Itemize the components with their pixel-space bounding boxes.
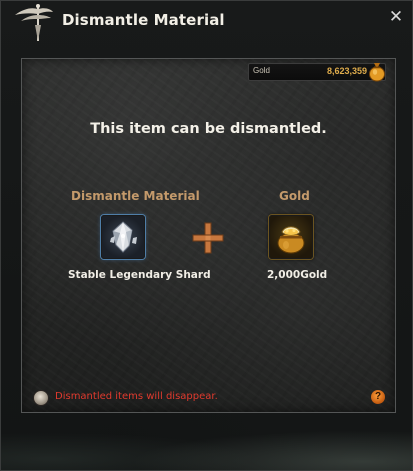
- gold-column-label: Gold: [279, 189, 310, 203]
- warning-icon: [33, 390, 49, 406]
- winged-staff-icon: [15, 4, 53, 41]
- title-bar[interactable]: Dismantle Material ✕: [1, 1, 412, 41]
- plus-icon: [192, 222, 224, 254]
- close-button[interactable]: ✕: [386, 7, 406, 27]
- help-button[interactable]: ?: [371, 390, 385, 404]
- gold-balance: Gold 8,623,359: [248, 63, 386, 81]
- material-item-name: Stable Legendary Shard: [68, 269, 211, 281]
- dialog-title: Dismantle Material: [62, 11, 225, 29]
- background-scene-lower: [1, 413, 412, 470]
- gold-balance-value: 8,623,359: [326, 66, 367, 76]
- warning-message: Dismantled items will disappear.: [55, 391, 218, 402]
- gold-balance-label: Gold: [253, 66, 270, 75]
- dismantle-dialog: Dismantle Material ✕ Gold 8,623,359 This…: [0, 0, 413, 471]
- gold-item-amount: 2,000Gold: [267, 269, 328, 281]
- material-column-label: Dismantle Material: [71, 189, 200, 203]
- gold-pouch-icon: [277, 226, 305, 254]
- material-item-slot[interactable]: [101, 215, 145, 259]
- dismantle-message: This item can be dismantled.: [90, 121, 327, 137]
- gold-pouch-icon: [369, 63, 385, 82]
- crystal-shard-icon: [110, 221, 137, 253]
- gold-item-slot[interactable]: [269, 215, 313, 259]
